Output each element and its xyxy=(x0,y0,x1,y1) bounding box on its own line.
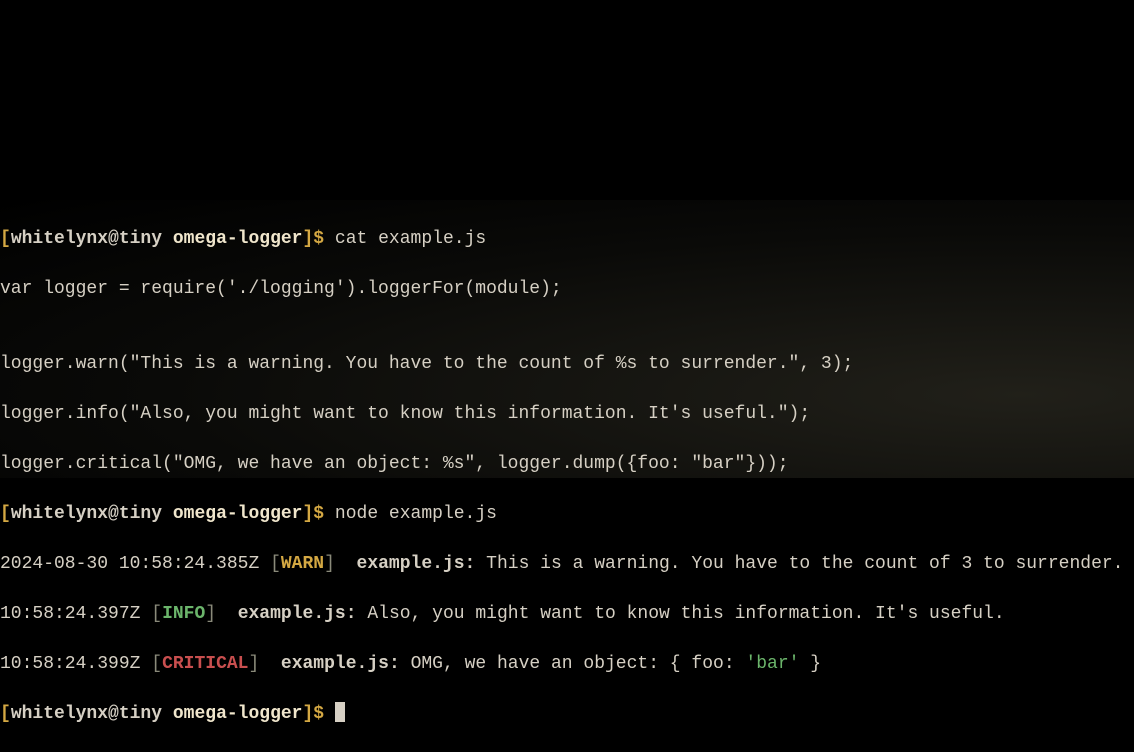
log-level-warn: WARN xyxy=(281,554,324,574)
prompt-line-1: [whitelynx@tiny omega-logger]$ cat examp… xyxy=(0,227,1134,252)
level-close-bracket: ] xyxy=(324,554,335,574)
prompt-dollar: $ xyxy=(313,704,324,724)
prompt-line-3: [whitelynx@tiny omega-logger]$ xyxy=(0,702,1134,727)
prompt-close-bracket: ] xyxy=(302,504,313,524)
log-line-2: 10:58:24.397Z [INFO] example.js: Also, y… xyxy=(0,602,1134,627)
level-open-bracket: [ xyxy=(151,604,162,624)
log-message-pre: OMG, we have an object: { foo: xyxy=(411,654,746,674)
prompt-dollar: $ xyxy=(313,229,324,249)
prompt-dollar: $ xyxy=(313,504,324,524)
command-1: cat example.js xyxy=(335,229,486,249)
log-timestamp: 10:58:24.399Z xyxy=(0,654,140,674)
log-string-literal: 'bar' xyxy=(745,654,799,674)
log-message-post: } xyxy=(799,654,821,674)
terminal-output[interactable]: [whitelynx@tiny omega-logger]$ cat examp… xyxy=(0,202,1134,752)
source-line-3: logger.warn("This is a warning. You have… xyxy=(0,352,1134,377)
prompt-cwd: omega-logger xyxy=(173,704,303,724)
source-line-1: var logger = require('./logging').logger… xyxy=(0,277,1134,302)
colon: : xyxy=(389,654,400,674)
log-line-1: 2024-08-30 10:58:24.385Z [WARN] example.… xyxy=(0,552,1134,577)
log-level-critical: CRITICAL xyxy=(162,654,248,674)
source-line-4: logger.info("Also, you might want to kno… xyxy=(0,402,1134,427)
log-timestamp: 2024-08-30 10:58:24.385Z xyxy=(0,554,259,574)
prompt-open-bracket: [ xyxy=(0,229,11,249)
log-message: This is a warning. You have to the count… xyxy=(486,554,1123,574)
log-line-3: 10:58:24.399Z [CRITICAL] example.js: OMG… xyxy=(0,652,1134,677)
prompt-open-bracket: [ xyxy=(0,504,11,524)
log-message: Also, you might want to know this inform… xyxy=(367,604,1004,624)
prompt-close-bracket: ] xyxy=(302,229,313,249)
colon: : xyxy=(346,604,357,624)
level-open-bracket: [ xyxy=(270,554,281,574)
command-2: node example.js xyxy=(335,504,497,524)
log-source: example.js xyxy=(357,554,465,574)
prompt-user-host: whitelynx@tiny xyxy=(11,229,162,249)
prompt-open-bracket: [ xyxy=(0,704,11,724)
cursor-icon[interactable] xyxy=(335,702,345,722)
level-open-bracket: [ xyxy=(151,654,162,674)
prompt-user-host: whitelynx@tiny xyxy=(11,704,162,724)
prompt-cwd: omega-logger xyxy=(173,229,303,249)
log-timestamp: 10:58:24.397Z xyxy=(0,604,140,624)
prompt-cwd: omega-logger xyxy=(173,504,303,524)
prompt-user-host: whitelynx@tiny xyxy=(11,504,162,524)
level-close-bracket: ] xyxy=(205,604,216,624)
prompt-close-bracket: ] xyxy=(302,704,313,724)
log-source: example.js xyxy=(238,604,346,624)
level-close-bracket: ] xyxy=(248,654,259,674)
log-level-info: INFO xyxy=(162,604,205,624)
source-line-5: logger.critical("OMG, we have an object:… xyxy=(0,452,1134,477)
prompt-line-2: [whitelynx@tiny omega-logger]$ node exam… xyxy=(0,502,1134,527)
log-source: example.js xyxy=(281,654,389,674)
colon: : xyxy=(465,554,476,574)
